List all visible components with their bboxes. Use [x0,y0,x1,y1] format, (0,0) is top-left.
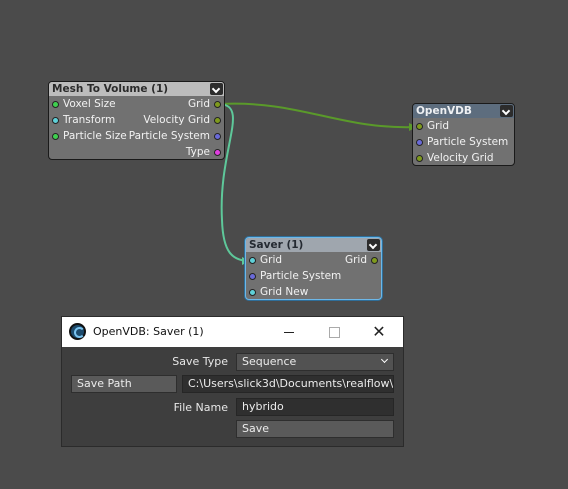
minimize-button[interactable] [267,317,311,347]
port-row: Particle System [413,134,514,150]
port-row: Grid Grid [246,252,381,268]
port-label: Particle System [260,270,342,282]
dialog-title: OpenVDB: Saver (1) [93,325,204,338]
node-title: Mesh To Volume (1) [52,83,169,95]
close-button[interactable]: ✕ [357,317,401,347]
port-voxel-size-in[interactable] [52,101,59,108]
node-title: OpenVDB [416,105,472,117]
node-header[interactable]: Saver (1) [246,238,381,252]
save-type-select[interactable]: Sequence [236,353,394,371]
port-grid-in[interactable] [416,123,423,130]
maximize-button[interactable] [312,317,356,347]
port-row: Grid [413,118,514,134]
port-row: Voxel Size Grid [49,96,224,112]
port-label: Particle System [128,130,210,142]
port-row: Particle Size Particle System [49,128,224,144]
port-velocity-grid-out[interactable] [214,117,221,124]
save-path-button[interactable]: Save Path [71,375,177,393]
node-openvdb[interactable]: OpenVDB Grid Particle System Velocity Gr… [412,103,515,166]
port-particle-size-in[interactable] [52,133,59,140]
wire-grid-to-openvdb [219,102,418,129]
port-grid-out[interactable] [371,257,378,264]
save-type-value: Sequence [242,355,297,368]
openvdb-app-icon [69,323,86,340]
port-grid-new-in[interactable] [249,289,256,296]
port-row: Grid New [246,284,381,300]
port-label: Grid New [260,286,309,298]
port-label: Velocity Grid [143,114,210,126]
save-path-field[interactable]: C:\Users\slick3d\Documents\realflow\scer [182,375,394,393]
port-particle-system-in[interactable] [249,273,256,280]
port-label: Particle Size [63,130,127,142]
chevron-down-icon[interactable] [500,105,513,117]
port-row: Transform Velocity Grid [49,112,224,128]
save-button[interactable]: Save [236,420,394,438]
file-name-label: File Name [173,401,228,414]
port-label: Transform [63,114,116,126]
port-label: Grid [260,254,283,266]
port-particle-system-out[interactable] [214,133,221,140]
port-label: Grid [187,98,210,110]
port-type-out[interactable] [214,149,221,156]
chevron-down-icon [380,355,389,364]
port-label: Grid [344,254,367,266]
node-mesh-to-volume[interactable]: Mesh To Volume (1) Voxel Size Grid Trans… [48,81,225,160]
save-type-label: Save Type [172,355,228,368]
port-label: Velocity Grid [427,152,494,164]
port-grid-out[interactable] [214,101,221,108]
saver-properties-dialog[interactable]: OpenVDB: Saver (1) ✕ Save Type Sequence … [61,316,404,447]
port-particle-system-in[interactable] [416,139,423,146]
dialog-titlebar[interactable]: OpenVDB: Saver (1) ✕ [62,317,403,347]
chevron-down-icon[interactable] [210,83,223,95]
port-row: Type [49,144,224,160]
node-header[interactable]: OpenVDB [413,104,514,118]
node-header[interactable]: Mesh To Volume (1) [49,82,224,96]
chevron-down-icon[interactable] [367,239,380,251]
port-row: Velocity Grid [413,150,514,166]
file-name-field[interactable]: hybrido [236,398,394,416]
node-title: Saver (1) [249,239,304,251]
node-saver[interactable]: Saver (1) Grid Grid Particle System Grid… [245,237,382,300]
port-velocity-grid-in[interactable] [416,155,423,162]
port-row: Particle System [246,268,381,284]
port-grid-in[interactable] [249,257,256,264]
port-label: Voxel Size [63,98,116,110]
port-label: Grid [427,120,450,132]
port-transform-in[interactable] [52,117,59,124]
port-label: Particle System [427,136,509,148]
port-label: Type [185,146,210,158]
